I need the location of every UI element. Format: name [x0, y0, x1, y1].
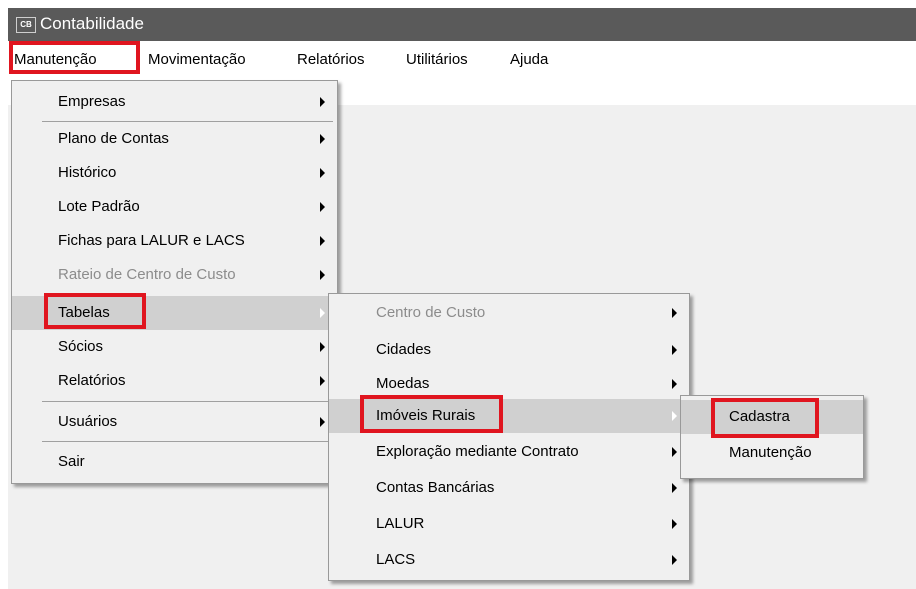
menu-item-sair[interactable]: Sair: [12, 445, 337, 479]
submenu-arrow-icon: [320, 236, 325, 246]
menu-item-empresas[interactable]: Empresas: [12, 85, 337, 119]
menu-item-label: Manutenção: [729, 444, 812, 461]
menu-item-label: Sair: [58, 453, 85, 470]
menu-item-centro-de-custo: Centro de Custo: [329, 296, 689, 330]
menu-item-label: Exploração mediante Contrato: [376, 443, 579, 460]
app-icon: CB: [16, 17, 36, 33]
submenu-arrow-icon: [672, 519, 677, 529]
menu-item-label: Relatórios: [58, 372, 126, 389]
menu-item-label: Fichas para LALUR e LACS: [58, 232, 245, 249]
submenu-arrow-icon: [320, 308, 325, 318]
menu-item-relatorios[interactable]: Relatórios: [12, 364, 337, 398]
menu-item-lote-padrao[interactable]: Lote Padrão: [12, 190, 337, 224]
submenu-arrow-icon: [672, 411, 677, 421]
submenu-arrow-icon: [672, 483, 677, 493]
menu-item-lalur[interactable]: LALUR: [329, 507, 689, 541]
menu-item-label: Contas Bancárias: [376, 479, 495, 496]
submenu-arrow-icon: [672, 308, 677, 318]
menu-item-label: LALUR: [376, 515, 425, 532]
menu-bar: Manutenção Movimentação Relatórios Utili…: [8, 41, 916, 77]
menu-ajuda[interactable]: Ajuda: [510, 49, 548, 71]
menu-item-cidades[interactable]: Cidades: [329, 333, 689, 367]
highlight-imoveis-rurais: [360, 395, 503, 433]
submenu-arrow-icon: [672, 447, 677, 457]
menu-item-label: Cidades: [376, 341, 432, 358]
submenu-arrow-icon: [320, 270, 325, 280]
menu-movimentacao[interactable]: Movimentação: [148, 49, 246, 71]
menu-item-label: Rateio de Centro de Custo: [58, 266, 236, 283]
submenu-arrow-icon: [320, 168, 325, 178]
menu-item-manutencao[interactable]: Manutenção: [681, 436, 863, 470]
window-title: Contabilidade: [40, 14, 144, 33]
menu-item-label: Usuários: [58, 413, 118, 430]
menu-item-label: Plano de Contas: [58, 130, 169, 147]
manutencao-dropdown: Empresas Plano de Contas Histórico Lote …: [11, 80, 338, 484]
submenu-arrow-icon: [320, 134, 325, 144]
menu-item-label: Sócios: [58, 338, 104, 355]
menu-utilitarios[interactable]: Utilitários: [406, 49, 468, 71]
menu-item-historico[interactable]: Histórico: [12, 156, 337, 190]
menu-item-plano-de-contas[interactable]: Plano de Contas: [12, 122, 337, 156]
menu-item-label: Lote Padrão: [58, 198, 140, 215]
submenu-arrow-icon: [672, 379, 677, 389]
highlight-tabelas: [44, 293, 146, 329]
menu-item-label: Histórico: [58, 164, 117, 181]
menu-item-label: Moedas: [376, 375, 430, 392]
submenu-arrow-icon: [320, 202, 325, 212]
highlight-cadastra: [711, 398, 819, 438]
menu-relatorios[interactable]: Relatórios: [297, 49, 365, 71]
menu-item-label: Centro de Custo: [376, 304, 486, 321]
menu-item-contas-bancarias[interactable]: Contas Bancárias: [329, 471, 689, 505]
submenu-arrow-icon: [320, 376, 325, 386]
menu-item-label: Empresas: [58, 93, 126, 110]
menu-item-rateio-centro-custo: Rateio de Centro de Custo: [12, 258, 337, 292]
tabelas-submenu: Centro de Custo Cidades Moedas Imóveis R…: [328, 293, 690, 581]
submenu-arrow-icon: [672, 345, 677, 355]
highlight-manutencao: [9, 41, 140, 74]
submenu-arrow-icon: [320, 97, 325, 107]
menu-separator: [42, 441, 333, 442]
menu-item-fichas-lalur-lacs[interactable]: Fichas para LALUR e LACS: [12, 224, 337, 258]
menu-item-lacs[interactable]: LACS: [329, 543, 689, 577]
menu-item-exploracao-contrato[interactable]: Exploração mediante Contrato: [329, 435, 689, 469]
submenu-arrow-icon: [672, 555, 677, 565]
submenu-arrow-icon: [320, 342, 325, 352]
submenu-arrow-icon: [320, 417, 325, 427]
title-bar: CB Contabilidade: [8, 8, 916, 41]
menu-item-usuarios[interactable]: Usuários: [12, 405, 337, 439]
menu-item-socios[interactable]: Sócios: [12, 330, 337, 364]
menu-item-label: LACS: [376, 551, 416, 568]
menu-separator: [42, 401, 333, 402]
